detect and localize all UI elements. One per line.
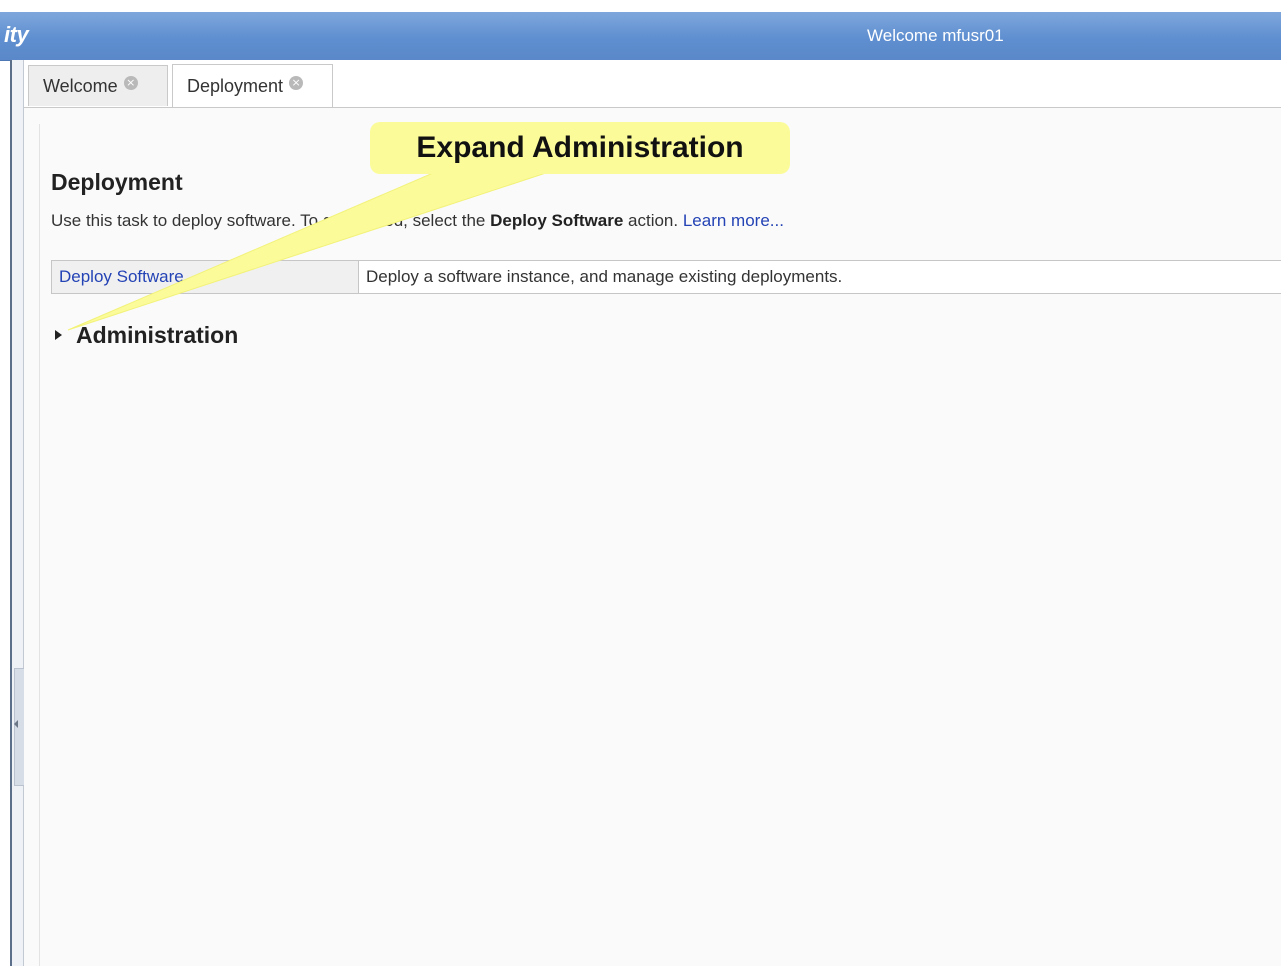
welcome-user-label: Welcome mfusr01: [867, 26, 1004, 45]
content-inner-border: [39, 124, 1281, 966]
chevron-left-icon[interactable]: [14, 720, 18, 728]
tab-welcome[interactable]: Welcome ×: [28, 65, 168, 106]
description-prefix: Use this task to deploy software: [51, 211, 292, 230]
tab-deployment[interactable]: Deployment ×: [172, 64, 333, 107]
triangle-right-icon[interactable]: [55, 330, 62, 340]
page-title: Deployment: [51, 169, 183, 195]
description-bold: Deploy Software: [490, 211, 624, 230]
deploy-software-link[interactable]: Deploy Software: [52, 261, 359, 293]
tab-label: Deployment: [187, 75, 284, 96]
task-row: Deploy Software Deploy a software instan…: [51, 260, 1281, 294]
tab-bar: Welcome × Deployment ×: [24, 60, 1281, 108]
learn-more-link[interactable]: Learn more...: [683, 211, 784, 230]
close-circle-icon[interactable]: ×: [289, 76, 304, 90]
app-window: ity Welcome mfusr01 Welcome × Deployment…: [0, 0, 1281, 966]
administration-section-toggle[interactable]: Administration: [51, 320, 238, 350]
left-collapse-strip: [12, 60, 23, 966]
product-brand: ity: [4, 22, 29, 47]
task-description: Deploy a software instance, and manage e…: [366, 267, 843, 286]
description-suffix: action.: [623, 211, 683, 230]
description-middle: . To get started, select the: [291, 211, 491, 230]
instruction-callout: Expand Administration: [370, 122, 790, 174]
tab-label: Welcome: [43, 75, 118, 96]
callout-text: Expand Administration: [416, 131, 744, 164]
page-description: Use this task to deploy software. To get…: [51, 211, 784, 231]
administration-section-label[interactable]: Administration: [76, 322, 238, 349]
close-circle-icon[interactable]: ×: [123, 76, 138, 90]
top-header-bar: ity Welcome mfusr01: [0, 12, 1281, 61]
